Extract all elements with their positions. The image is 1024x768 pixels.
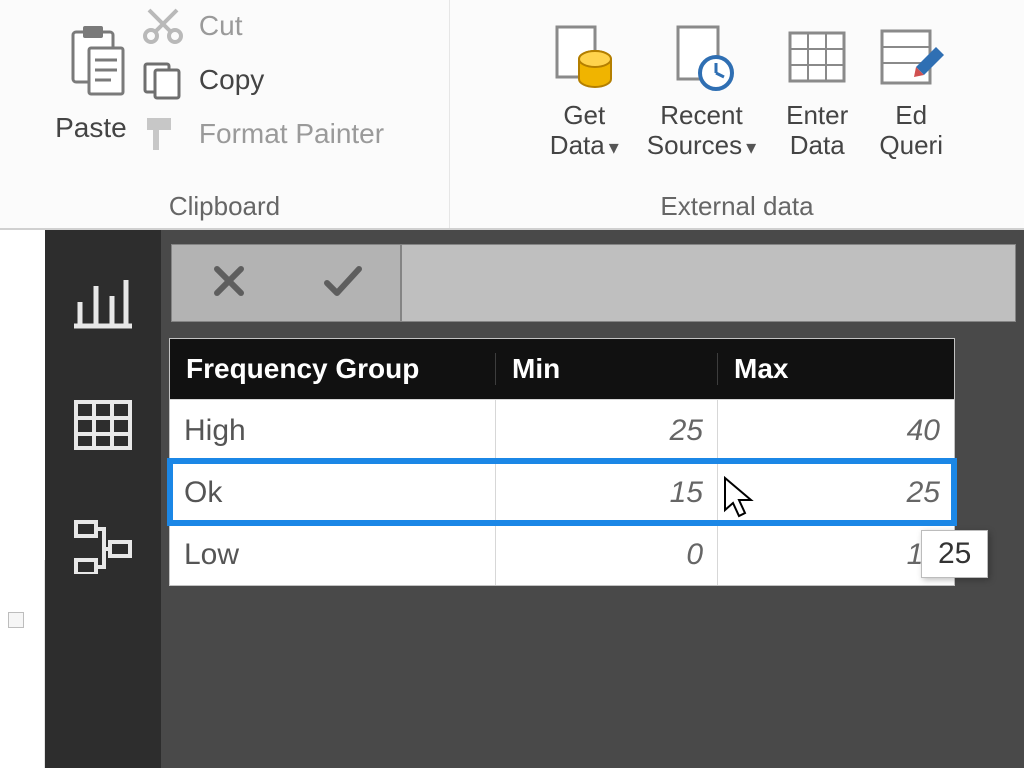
cell-min[interactable]: 0 bbox=[496, 524, 718, 585]
recent-sources-line2: Sources bbox=[647, 130, 742, 160]
x-icon bbox=[209, 261, 249, 306]
edit-queries-icon bbox=[878, 23, 944, 97]
ribbon-group-external-data: GetData▾ RecentSources▾ bbox=[450, 0, 1024, 228]
view-data-button[interactable] bbox=[74, 398, 132, 452]
ribbon: Paste Cut bbox=[0, 0, 1024, 230]
tooltip-value: 25 bbox=[938, 537, 971, 570]
scissors-icon bbox=[141, 6, 185, 46]
formula-input[interactable] bbox=[401, 244, 1016, 322]
get-data-line2: Data bbox=[550, 130, 605, 160]
enter-data-line1: Enter bbox=[786, 100, 848, 130]
format-painter-label: Format Painter bbox=[199, 118, 384, 150]
view-model-button[interactable] bbox=[74, 520, 132, 574]
format-painter-button[interactable]: Format Painter bbox=[141, 114, 384, 154]
view-rail bbox=[45, 230, 161, 768]
paste-button[interactable]: Paste bbox=[55, 46, 127, 144]
formula-confirm-button[interactable] bbox=[318, 258, 368, 308]
copy-label: Copy bbox=[199, 64, 264, 96]
cell-group[interactable]: High bbox=[170, 400, 496, 461]
recent-sources-icon bbox=[668, 23, 734, 97]
grid-icon bbox=[784, 23, 850, 97]
formula-bar bbox=[171, 244, 1016, 322]
cell-group[interactable]: Low bbox=[170, 524, 496, 585]
content-area: Frequency Group Min Max High 25 40 Ok 15… bbox=[161, 230, 1024, 768]
formula-cancel-button[interactable] bbox=[204, 258, 254, 308]
recent-sources-button[interactable]: RecentSources▾ bbox=[647, 23, 756, 161]
data-table: Frequency Group Min Max High 25 40 Ok 15… bbox=[169, 338, 955, 586]
database-icon bbox=[551, 23, 617, 97]
cell-tooltip: 25 bbox=[921, 530, 988, 578]
ribbon-group-title-external-data: External data bbox=[660, 185, 813, 222]
cell-group[interactable]: Ok bbox=[170, 462, 496, 523]
header-min[interactable]: Min bbox=[496, 353, 718, 385]
edit-queries-button[interactable]: EdQueri bbox=[878, 23, 944, 161]
recent-sources-line1: Recent bbox=[660, 100, 742, 130]
cell-min[interactable]: 25 bbox=[496, 400, 718, 461]
workspace: Frequency Group Min Max High 25 40 Ok 15… bbox=[45, 230, 1024, 768]
table-row[interactable]: Ok 15 25 bbox=[170, 461, 954, 523]
edit-queries-line1: Ed bbox=[895, 100, 927, 130]
chevron-down-icon: ▾ bbox=[742, 137, 756, 159]
table-header: Frequency Group Min Max bbox=[170, 339, 954, 399]
get-data-button[interactable]: GetData▾ bbox=[550, 23, 619, 161]
enter-data-button[interactable]: EnterData bbox=[784, 23, 850, 161]
paste-label: Paste bbox=[55, 112, 127, 144]
header-frequency-group[interactable]: Frequency Group bbox=[170, 353, 496, 385]
table-row[interactable]: Low 0 15 bbox=[170, 523, 954, 585]
enter-data-line2: Data bbox=[790, 130, 845, 160]
cell-max[interactable]: 15 bbox=[718, 524, 954, 585]
chevron-down-icon: ▾ bbox=[605, 137, 619, 159]
ribbon-group-clipboard: Paste Cut bbox=[0, 0, 450, 228]
left-margin bbox=[0, 560, 45, 768]
cut-label: Cut bbox=[199, 10, 243, 42]
view-report-button[interactable] bbox=[74, 276, 132, 330]
expand-handle[interactable] bbox=[8, 612, 24, 628]
cursor-icon bbox=[721, 476, 761, 520]
copy-button[interactable]: Copy bbox=[141, 60, 384, 100]
edit-queries-line2: Queri bbox=[879, 130, 943, 160]
ribbon-group-title-clipboard: Clipboard bbox=[169, 185, 280, 222]
cell-max[interactable]: 40 bbox=[718, 400, 954, 461]
table-row[interactable]: High 25 40 bbox=[170, 399, 954, 461]
cell-min[interactable]: 15 bbox=[496, 462, 718, 523]
copy-icon bbox=[141, 60, 185, 100]
header-max[interactable]: Max bbox=[718, 353, 954, 385]
paste-icon bbox=[55, 26, 127, 106]
get-data-line1: Get bbox=[563, 100, 605, 130]
paintbrush-icon bbox=[141, 114, 185, 154]
cut-button[interactable]: Cut bbox=[141, 6, 384, 46]
check-icon bbox=[321, 261, 365, 306]
